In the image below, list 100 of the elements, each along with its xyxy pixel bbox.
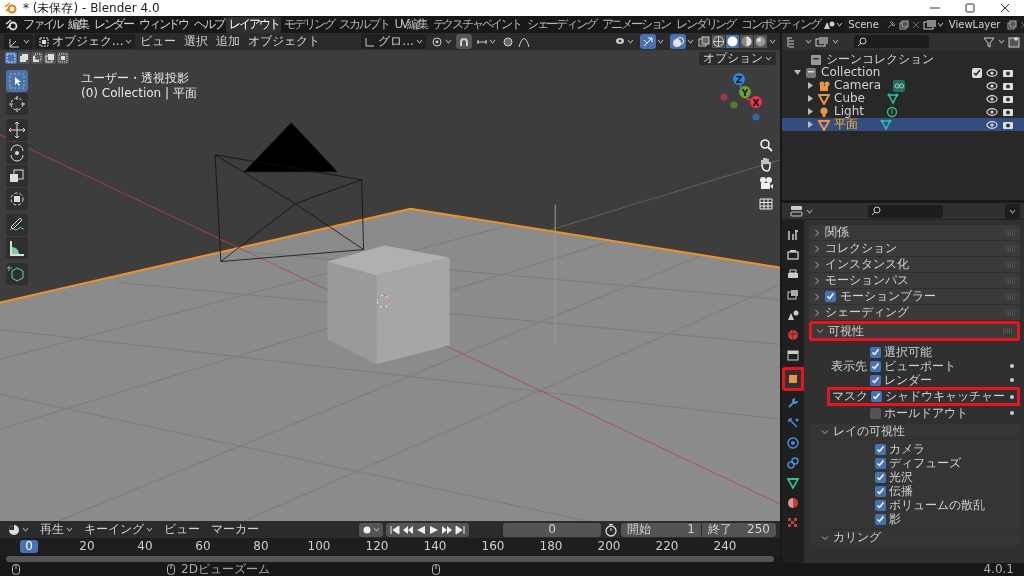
caret-icon[interactable] — [66, 527, 73, 532]
workspace-tab[interactable]: アニメーション — [598, 16, 674, 33]
xray-icon[interactable] — [698, 35, 710, 48]
outliner-row[interactable]: Collection — [782, 66, 1024, 79]
keyframe-dot-icon[interactable] — [1010, 364, 1014, 368]
camera-data-icon[interactable] — [893, 79, 906, 92]
menu-item[interactable]: ビュー — [137, 34, 180, 49]
checkbox-label[interactable]: カメラ — [889, 443, 925, 456]
workspace-tab[interactable]: UV編集 — [391, 16, 430, 33]
menu-item[interactable]: レンダー — [90, 16, 136, 33]
checkbox[interactable] — [875, 486, 886, 497]
render-camera-icon[interactable] — [1002, 93, 1014, 104]
duplicate-icon[interactable] — [898, 19, 909, 30]
checkbox[interactable] — [825, 291, 836, 302]
checkbox-label[interactable]: 選択可能 — [884, 345, 932, 359]
render-camera-icon[interactable] — [1002, 106, 1014, 117]
workspace-tab[interactable]: レイアウト — [226, 16, 282, 33]
checkbox-label[interactable]: 影 — [889, 513, 901, 526]
solid-shading-icon[interactable] — [726, 35, 739, 48]
expand-right-icon[interactable] — [807, 95, 814, 102]
axis-handle[interactable]: X — [750, 96, 762, 108]
stopwatch-icon[interactable] — [604, 522, 618, 537]
select-intersect-icon[interactable] — [57, 52, 69, 64]
panel-header[interactable]: モーションブラー — [809, 289, 1020, 304]
end-frame-field[interactable]: 終了 250 — [702, 522, 776, 537]
expand-right-icon[interactable] — [807, 121, 814, 128]
checkbox[interactable] — [870, 374, 881, 386]
keyframe-dot-icon[interactable] — [1010, 394, 1014, 399]
select-box-icon[interactable] — [5, 52, 17, 64]
workspace-tab[interactable]: モデリング — [281, 16, 337, 33]
checkbox[interactable] — [875, 444, 886, 455]
menu-item[interactable]: キーイング — [80, 522, 157, 537]
panel-header[interactable]: シェーディング — [809, 305, 1020, 320]
pin-icon[interactable] — [885, 19, 896, 30]
checkbox[interactable] — [875, 514, 886, 525]
axis-handle[interactable]: Z — [733, 73, 745, 85]
tool-button[interactable] — [6, 188, 28, 210]
wireframe-shading-icon[interactable] — [712, 35, 725, 48]
zoom-icon[interactable] — [758, 137, 774, 153]
checkbox[interactable] — [870, 360, 881, 372]
overlay-toggle[interactable] — [670, 34, 686, 49]
checkbox-label[interactable]: レンダー — [884, 373, 932, 387]
select-invert-icon[interactable] — [44, 52, 56, 64]
new-collection-icon[interactable] — [1008, 35, 1020, 48]
options-dropdown[interactable]: オプション — [699, 52, 776, 65]
grid-icon[interactable] — [758, 195, 774, 213]
proportional-edit-icon[interactable] — [501, 35, 514, 48]
keyframe-dot-icon[interactable] — [1010, 411, 1014, 415]
render-camera-icon[interactable] — [1002, 80, 1014, 91]
scrollbar[interactable] — [6, 556, 774, 562]
tool-button[interactable] — [6, 214, 28, 236]
expand-down-icon[interactable] — [794, 69, 801, 76]
record-button[interactable] — [359, 522, 383, 537]
eye-icon[interactable] — [986, 119, 998, 130]
render-camera-icon[interactable] — [1002, 67, 1014, 78]
outliner-row[interactable]: Light — [782, 105, 1024, 118]
menu-item[interactable]: 再生 — [36, 522, 77, 537]
panel-header[interactable]: 可視性 — [809, 321, 1020, 341]
checkbox-label[interactable]: 伝播 — [889, 485, 913, 498]
tool-button[interactable] — [6, 119, 28, 141]
playback-controls[interactable] — [386, 522, 469, 537]
checkbox-label[interactable]: シャドウキャッチャー — [885, 390, 1005, 403]
checkbox-label[interactable]: ホールドアウト — [884, 406, 968, 420]
panel-header[interactable]: モーションパス — [809, 273, 1020, 288]
light-data-icon[interactable] — [885, 105, 898, 118]
view-layer-icon[interactable] — [815, 35, 829, 48]
search-field[interactable] — [854, 35, 929, 48]
workspace-tab[interactable]: レンダリング — [673, 16, 738, 33]
start-frame-field[interactable]: 開始 1 — [621, 522, 701, 537]
duplicate-icon[interactable] — [1007, 19, 1018, 30]
blender-logo-icon[interactable] — [4, 17, 20, 32]
falloff-curve-icon[interactable] — [517, 35, 530, 48]
outliner-row[interactable]: Cube — [782, 92, 1024, 105]
outliner-row[interactable]: 平面 — [782, 118, 1024, 131]
checkbox[interactable] — [875, 500, 886, 511]
tool-button[interactable] — [6, 263, 28, 285]
gizmo-toggle[interactable] — [640, 34, 656, 49]
checkbox[interactable] — [875, 458, 886, 469]
rendered-shading-icon[interactable] — [754, 35, 767, 48]
panel-header[interactable]: コレクション — [809, 241, 1020, 256]
eye-icon[interactable] — [986, 80, 998, 91]
menu-item[interactable]: 選択 — [181, 34, 212, 49]
checkbox-label[interactable]: ビューポート — [884, 359, 956, 373]
select-subtract-icon[interactable] — [31, 52, 43, 64]
checkbox[interactable] — [972, 67, 982, 78]
eye-icon[interactable] — [986, 67, 998, 78]
panel-header[interactable]: 関係 — [809, 225, 1020, 240]
menu-item[interactable]: マーカー — [207, 522, 263, 537]
keyframe-dot-icon[interactable] — [1010, 378, 1014, 382]
snap-toggle[interactable] — [455, 34, 472, 49]
tool-button[interactable] — [6, 142, 28, 164]
caret-icon[interactable] — [146, 527, 153, 532]
current-frame-field[interactable]: 0 — [503, 522, 601, 537]
tool-button[interactable] — [6, 93, 28, 115]
mode-dropdown[interactable]: オブジェク... — [35, 34, 136, 49]
workspace-tab[interactable]: コンポジティング — [737, 16, 823, 33]
chevron-down-icon[interactable] — [821, 533, 829, 542]
panel-header[interactable]: インスタンス化 — [809, 257, 1020, 272]
menu-item[interactable]: 追加 — [213, 34, 244, 49]
expand-right-icon[interactable] — [807, 108, 814, 115]
